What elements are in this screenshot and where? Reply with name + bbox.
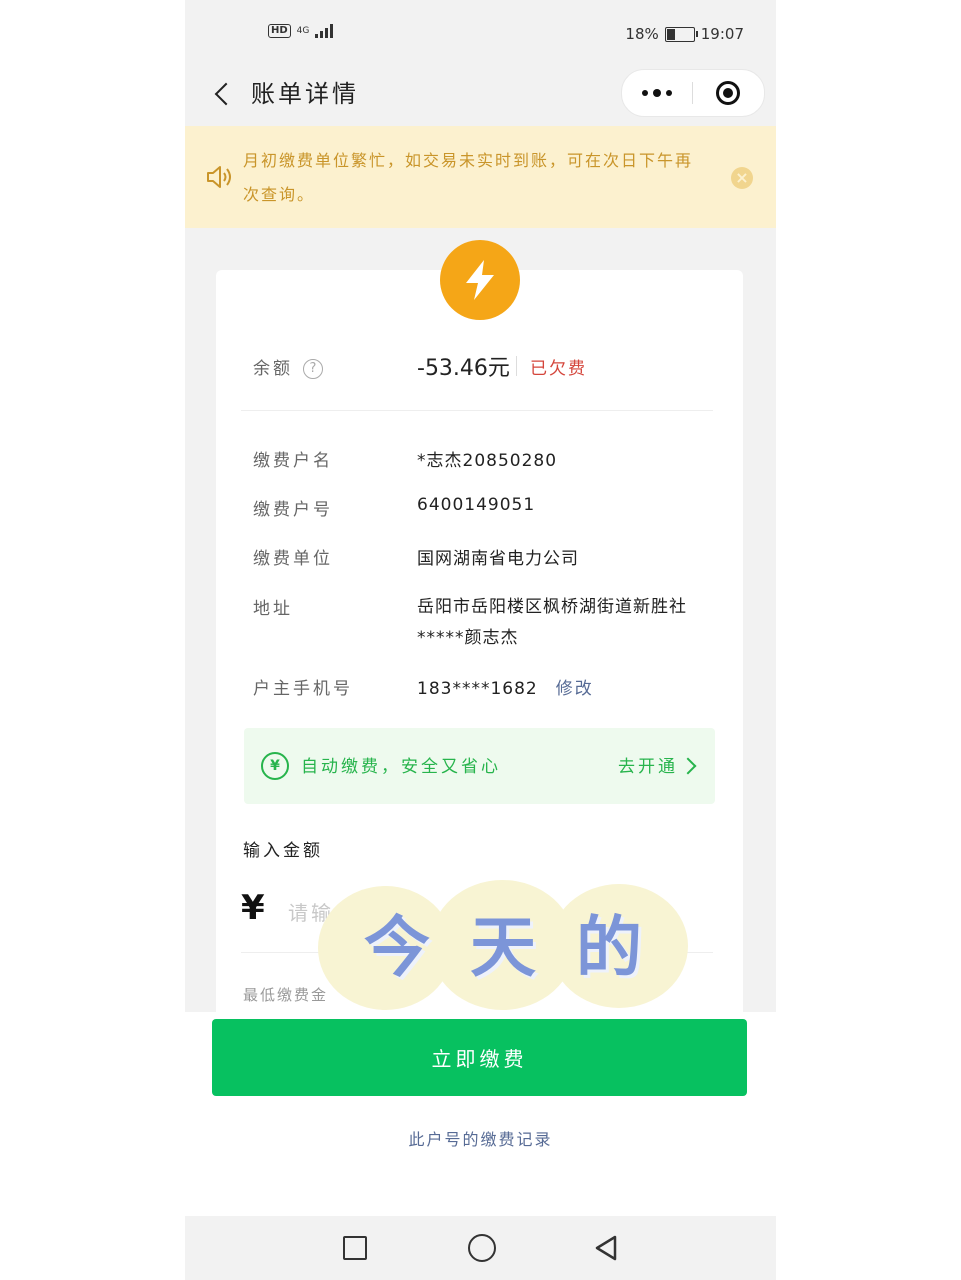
section-divider — [241, 410, 713, 411]
back-arrow-icon[interactable] — [205, 76, 241, 112]
left-margin — [0, 0, 185, 1280]
network-type: 4G — [296, 25, 310, 36]
balance-value: -53.46元 — [417, 356, 510, 381]
help-icon[interactable]: ? — [303, 359, 323, 379]
hd-badge: HD — [268, 24, 291, 38]
autopay-text: 自动缴费，安全又省心 — [301, 757, 501, 777]
phone-screen: HD 4G 18% 19:07 账单详情 月初缴费单位繁忙，如交易未实时到账，可… — [185, 0, 776, 1280]
autopay-banner[interactable]: ¥ 自动缴费，安全又省心 去开通 — [244, 728, 715, 804]
autopay-action-text: 去开通 — [618, 757, 678, 777]
payee-unit-label: 缴费单位 — [253, 549, 333, 569]
sticker-overlay: 今天的 — [318, 880, 688, 1012]
account-name-value: *志杰20850280 — [417, 451, 558, 471]
system-nav-bar — [185, 1216, 776, 1280]
right-margin — [776, 0, 961, 1280]
phone-value: 183****1682 — [417, 679, 538, 699]
autopay-enable-link[interactable]: 去开通 — [618, 752, 697, 777]
arrears-status: 已欠费 — [530, 359, 587, 379]
balance-label: 余额? — [253, 354, 323, 379]
speaker-icon — [207, 166, 231, 188]
status-bar: HD 4G 18% 19:07 — [185, 0, 776, 66]
address-value: 岳阳市岳阳楼区枫桥湖街道新胜社*****颜志杰 — [417, 597, 687, 648]
battery-icon — [664, 26, 698, 42]
recent-apps-icon[interactable] — [343, 1236, 367, 1260]
payment-history-link[interactable]: 此户号的缴费记录 — [185, 1126, 776, 1150]
close-mini-program-icon[interactable] — [693, 70, 763, 116]
pay-now-button[interactable]: 立即缴费 — [212, 1019, 747, 1096]
payee-unit-value: 国网湖南省电力公司 — [417, 549, 579, 569]
account-number-label: 缴费户号 — [253, 500, 333, 520]
clock: 19:07 — [700, 25, 744, 43]
phone-label: 户主手机号 — [253, 679, 353, 699]
min-note-prefix: 最低缴费金 — [243, 986, 329, 1004]
account-name-label: 缴费户名 — [253, 451, 333, 471]
phone-row: 183****1682 修改 — [417, 674, 594, 699]
nav-bar: 账单详情 — [185, 66, 776, 126]
balance-divider — [516, 356, 517, 376]
bottom-action-area: 立即缴费 此户号的缴费记录 — [185, 1012, 776, 1216]
balance-label-text: 余额 — [253, 359, 293, 379]
edit-phone-link[interactable]: 修改 — [556, 679, 594, 699]
home-icon[interactable] — [468, 1234, 496, 1262]
status-left: HD 4G — [268, 24, 334, 38]
close-icon[interactable]: × — [731, 167, 753, 189]
notice-text: 月初缴费单位繁忙，如交易未实时到账，可在次日下午再次查询。 — [243, 151, 694, 204]
sticker-text: 今天的 — [364, 909, 682, 986]
chevron-right-icon — [679, 757, 697, 775]
mini-program-capsule — [621, 69, 765, 117]
notice-banner: 月初缴费单位繁忙，如交易未实时到账，可在次日下午再次查询。 × — [185, 126, 776, 228]
battery-percent: 18% — [625, 25, 659, 43]
more-dots-icon[interactable] — [622, 70, 692, 116]
signal-icon — [315, 24, 334, 38]
status-right: 18% 19:07 — [625, 25, 744, 43]
amount-label: 输入金额 — [243, 841, 323, 861]
electricity-bolt-icon — [440, 240, 520, 320]
autopay-icon: ¥ — [261, 752, 289, 780]
address-label: 地址 — [253, 599, 293, 619]
account-number-value: 6400149051 — [417, 495, 536, 515]
page-title: 账单详情 — [251, 80, 359, 108]
currency-symbol: ¥ — [241, 888, 265, 928]
back-triangle-icon[interactable] — [593, 1234, 619, 1262]
bolt-icon — [466, 260, 494, 300]
